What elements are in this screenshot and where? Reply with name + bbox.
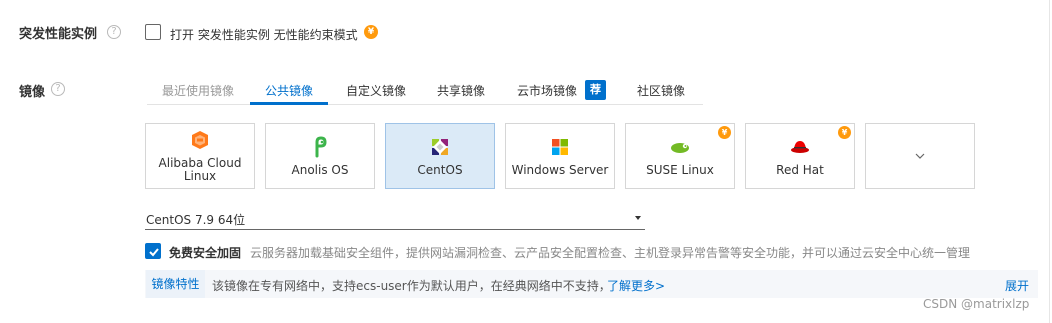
security-hardening-checkbox[interactable] [145, 243, 161, 259]
suse-icon [671, 142, 689, 153]
anolis-icon [315, 135, 327, 157]
recommended-badge: 荐 [585, 80, 606, 100]
chevron-down-icon [915, 153, 925, 159]
os-card-anolis-os[interactable]: Anolis OS [265, 123, 375, 189]
price-coin-icon: ¥ [364, 25, 378, 39]
windows-icon [552, 138, 568, 155]
os-card-label: Anolis OS [291, 162, 349, 177]
centos-icon [432, 138, 448, 155]
os-card-alibaba-cloud-linux[interactable]: Alibaba Cloud Linux [145, 123, 255, 189]
help-icon[interactable]: ? [107, 25, 121, 39]
image-feature-label: 镜像特性 [146, 270, 205, 298]
image-version-select[interactable]: CentOS 7.9 64位 [145, 208, 645, 230]
tab-marketplace-images[interactable]: 云市场镜像 [517, 82, 577, 99]
tabs-divider [147, 104, 703, 105]
burst-mode-checkbox[interactable] [145, 24, 161, 40]
os-card-label: Windows Server [511, 162, 609, 177]
tab-community-images[interactable]: 社区镜像 [637, 82, 685, 99]
checkmark-icon [149, 248, 159, 257]
security-hardening-description: 云服务器加载基础安全组件，提供网站漏洞检查、云产品安全配置检查、主机登录异常告警… [250, 246, 971, 260]
selected-version: CentOS 7.9 64位 [146, 213, 246, 227]
security-hardening-label[interactable]: 免费安全加固 [169, 244, 241, 261]
os-card-centos[interactable]: CentOS [385, 123, 495, 189]
image-section-label: 镜像 [19, 85, 46, 100]
os-card-label: CentOS [417, 162, 463, 177]
redhat-icon [791, 140, 809, 153]
image-feature-text: 该镜像在专有网络中，支持ecs-user作为默认用户，在经典网络中不支持， [212, 279, 611, 293]
os-card-label: Red Hat [776, 162, 824, 177]
more-os-dropdown[interactable] [865, 123, 975, 189]
caret-down-icon [635, 216, 641, 220]
tab-public-images[interactable]: 公共镜像 [265, 82, 313, 99]
help-icon[interactable]: ? [51, 82, 65, 96]
burst-instance-label: 突发性能实例 [19, 27, 98, 42]
os-card-windows-server[interactable]: Windows Server [505, 123, 615, 189]
os-card-label: SUSE Linux [646, 162, 714, 177]
os-card-label: Alibaba Cloud Linux [158, 156, 242, 183]
tab-recent-images[interactable]: 最近使用镜像 [162, 82, 234, 99]
panel-right-border [1049, 0, 1050, 323]
paid-coin-icon: ¥ [838, 126, 851, 139]
active-tab-indicator [250, 102, 328, 105]
expand-link[interactable]: 展开 [1005, 277, 1029, 294]
learn-more-link[interactable]: 了解更多> [607, 277, 665, 294]
alibaba-cloud-icon [192, 131, 208, 149]
watermark: CSDN @matrixlzp [923, 297, 1030, 311]
burst-mode-checkbox-label[interactable]: 打开 突发性能实例 无性能约束模式 [170, 26, 358, 43]
tab-custom-images[interactable]: 自定义镜像 [346, 82, 406, 99]
tab-shared-images[interactable]: 共享镜像 [437, 82, 485, 99]
paid-coin-icon: ¥ [718, 126, 731, 139]
